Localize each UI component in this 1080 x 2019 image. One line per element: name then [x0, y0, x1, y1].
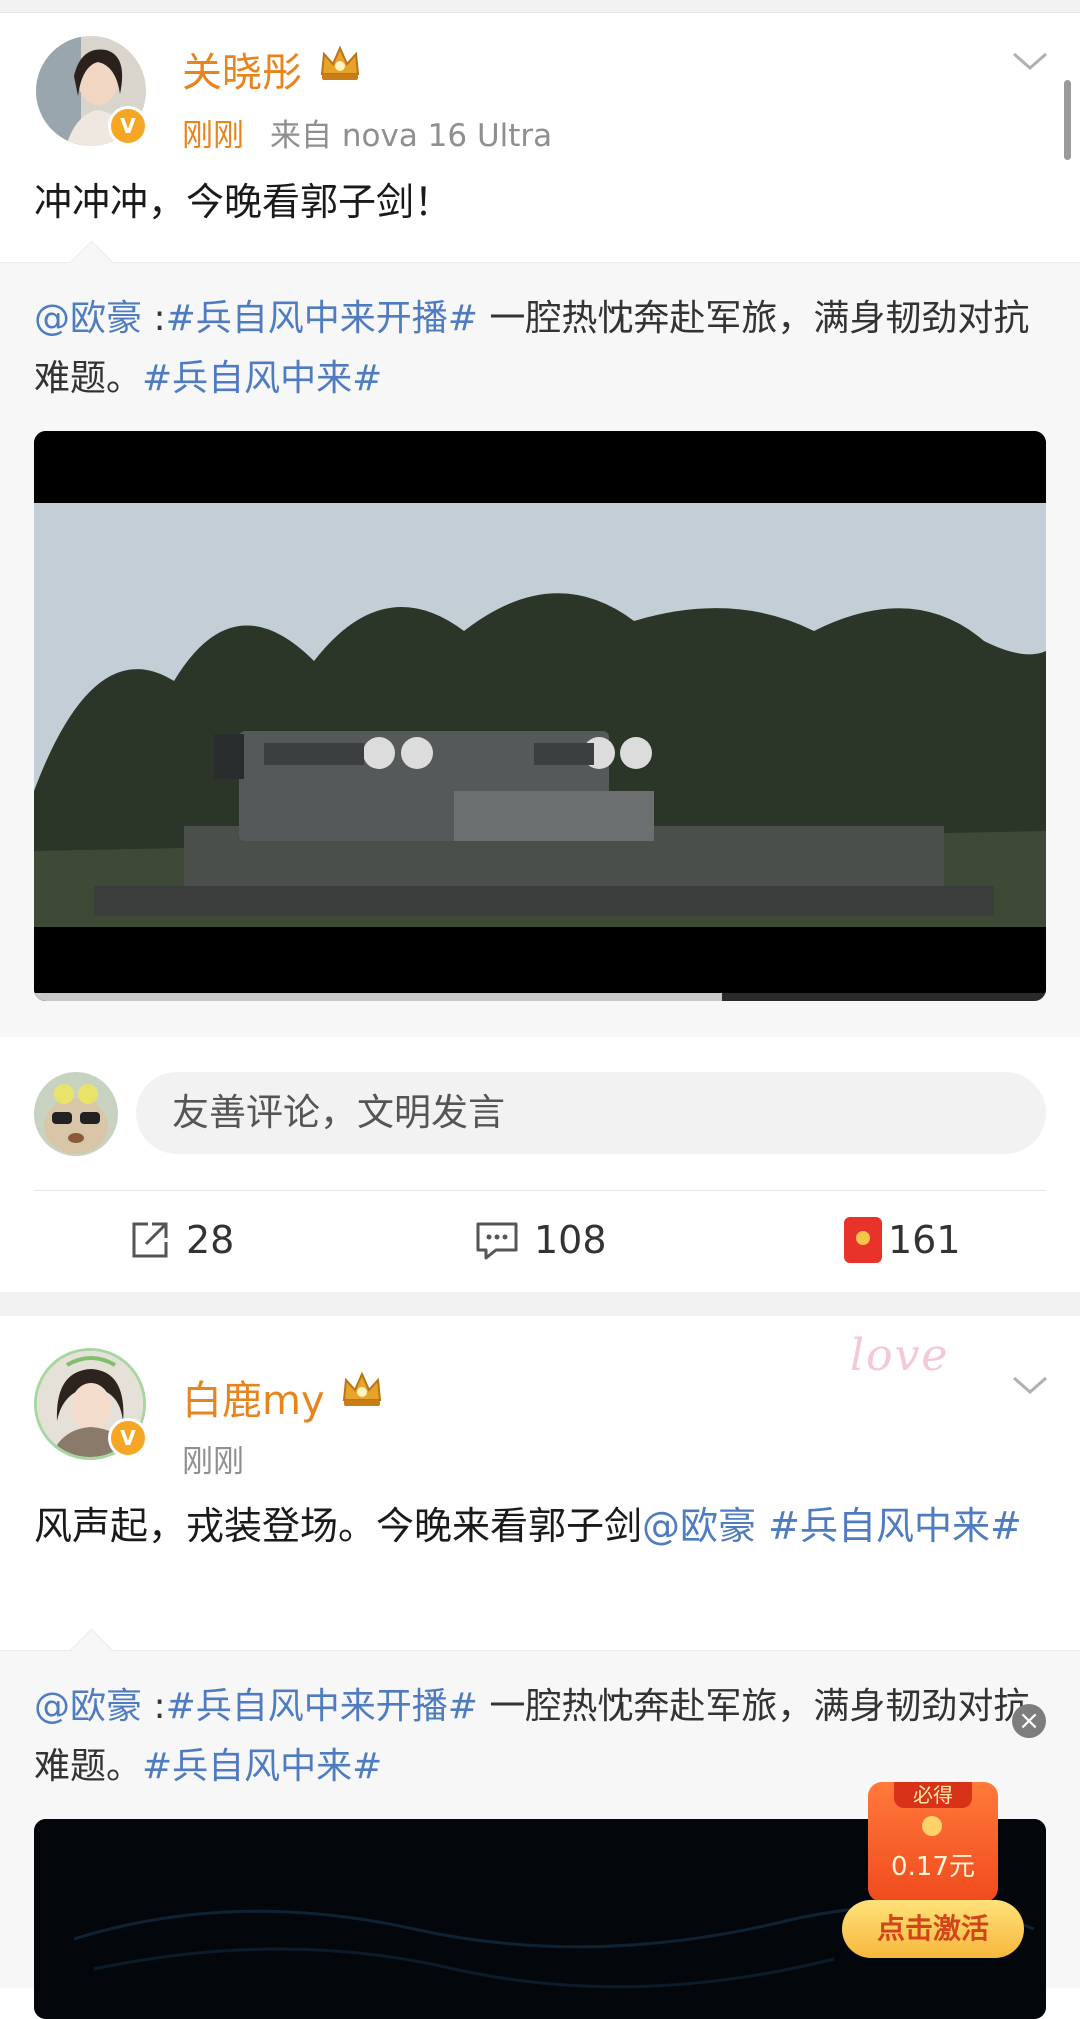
retweet-block[interactable]: @欧豪 :#兵自风中来开播# 一腔热忱奔赴军旅，满身韧劲对抗难题。#兵自风中来# — [0, 240, 1080, 1037]
red-packet-promo[interactable]: 必得 0.17元 — [868, 1782, 998, 1902]
mention-link[interactable]: @欧豪 — [34, 298, 142, 339]
crown-icon — [342, 1371, 382, 1406]
top-separator — [0, 0, 1080, 13]
post-text: 冲冲冲，今晚看郭子剑！ — [34, 180, 453, 224]
hashtag-link[interactable]: #兵自风中来# — [142, 1746, 382, 1787]
comment-input[interactable]: 友善评论，文明发言 — [136, 1072, 1046, 1154]
coin-icon — [922, 1816, 942, 1836]
scrollbar[interactable] — [1064, 80, 1071, 160]
verified-badge: V — [108, 106, 148, 146]
post-time: 刚刚 — [182, 118, 244, 154]
retweet-sep: : — [142, 1686, 166, 1727]
like-button[interactable]: 161 — [844, 1210, 961, 1270]
promo-tag: 必得 — [894, 1782, 972, 1808]
share-icon — [132, 1222, 168, 1258]
post-meta: 刚刚 来自 nova 16 Ultra — [182, 110, 552, 155]
comment-count: 108 — [534, 1218, 607, 1262]
verified-badge: V — [108, 1418, 148, 1458]
comment-button[interactable]: 108 — [474, 1210, 607, 1270]
promo-amount: 0.17元 — [891, 1852, 975, 1882]
video-progress-track[interactable] — [34, 993, 1046, 1001]
post-source: 来自 nova 16 Ultra — [270, 118, 553, 154]
retweet-text: @欧豪 :#兵自风中来开播# 一腔热忱奔赴军旅，满身韧劲对抗难题。#兵自风中来# — [34, 1677, 1054, 1797]
like-count: 161 — [888, 1218, 961, 1262]
close-icon[interactable]: × — [1012, 1704, 1046, 1738]
post-time: 刚刚 — [182, 1444, 244, 1480]
retweet-text: @欧豪 :#兵自风中来开播# 一腔热忱奔赴军旅，满身韧劲对抗难题。#兵自风中来# — [34, 289, 1054, 409]
author-name[interactable]: 关晓彤 — [182, 40, 302, 98]
retweet-notch — [69, 240, 114, 285]
action-divider — [34, 1190, 1046, 1191]
activate-button[interactable]: 点击激活 — [842, 1900, 1024, 1958]
red-packet-icon — [844, 1217, 882, 1263]
love-decoration: love — [850, 1330, 950, 1381]
repost-count: 28 — [186, 1218, 235, 1262]
repost-button[interactable]: 28 — [128, 1210, 234, 1270]
mention-link[interactable]: @欧豪 — [34, 1686, 142, 1727]
video-frame — [34, 431, 1046, 1001]
hashtag-link[interactable]: #兵自风中来开播# — [166, 298, 478, 339]
video-player[interactable] — [34, 431, 1046, 1001]
video-progress-fill — [722, 993, 1046, 1001]
chevron-down-icon[interactable] — [1010, 1374, 1050, 1398]
retweet-notch — [69, 1628, 114, 1673]
hashtag-link[interactable]: #兵自风中来开播# — [166, 1686, 478, 1727]
post-separator — [0, 1292, 1080, 1316]
retweet-sep: : — [142, 298, 166, 339]
my-avatar[interactable] — [34, 1072, 118, 1156]
comment-icon — [476, 1222, 518, 1260]
author-name[interactable]: 白鹿my — [182, 1368, 325, 1426]
post-text-plain: 风声起，戎装登场。今晚来看郭子剑 — [34, 1504, 643, 1548]
hashtag-link[interactable]: #兵自风中来# — [756, 1504, 1022, 1548]
mention-link[interactable]: @欧豪 — [642, 1504, 756, 1548]
post-text: 风声起，戎装登场。今晚来看郭子剑@欧豪 #兵自风中来# — [34, 1494, 1044, 1558]
post-meta: 刚刚 — [182, 1436, 244, 1481]
crown-icon — [320, 45, 360, 80]
hashtag-link[interactable]: #兵自风中来# — [142, 358, 382, 399]
chevron-down-icon[interactable] — [1010, 50, 1050, 74]
